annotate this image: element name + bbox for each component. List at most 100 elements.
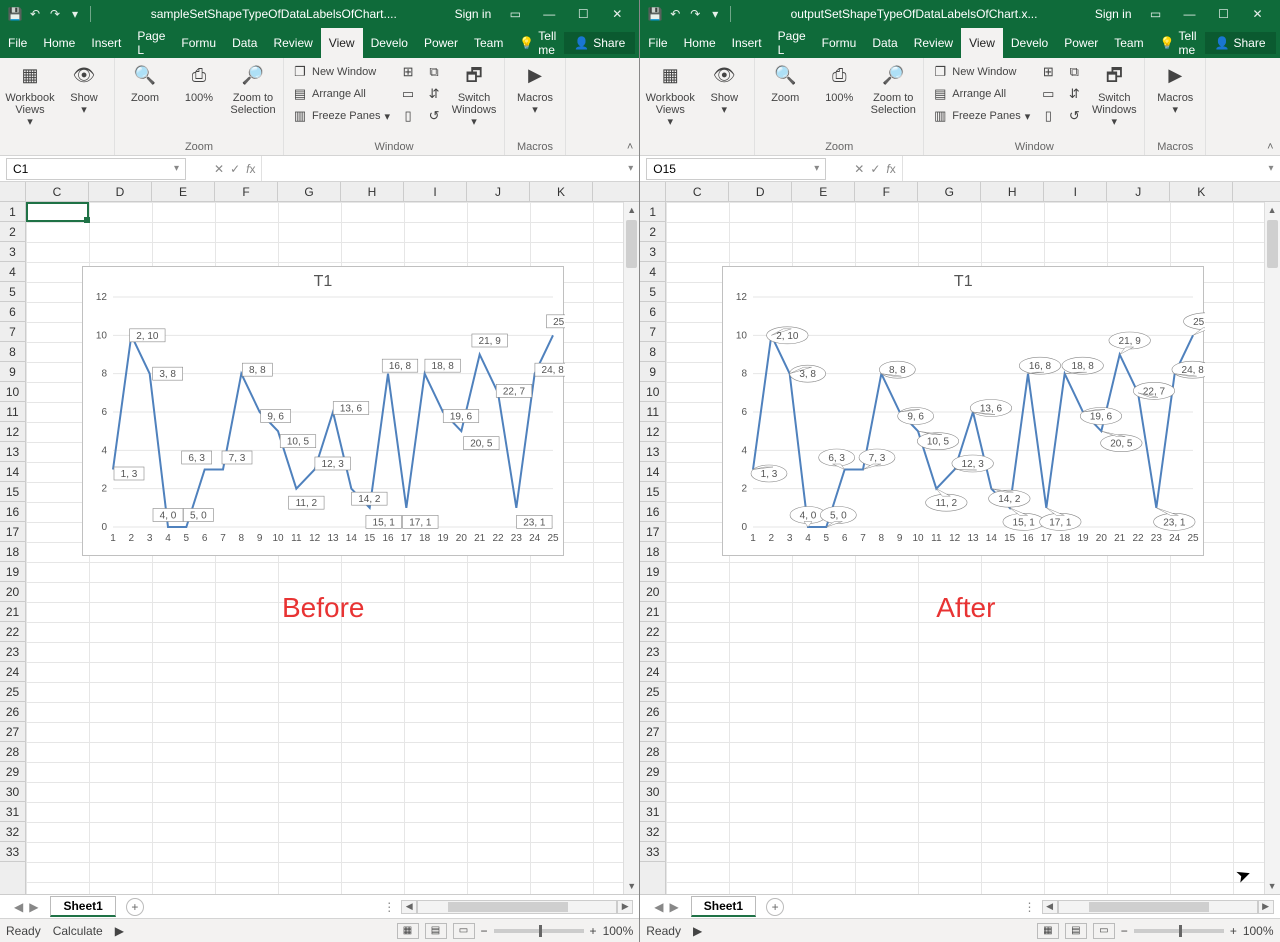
column-header[interactable]: I [1044, 182, 1107, 201]
qat-dropdown-icon[interactable]: ▾ [66, 5, 84, 23]
formula-input[interactable]: ▾ [902, 156, 1280, 181]
show-button[interactable]: 👁Show▾ [60, 62, 108, 116]
row-header[interactable]: 23 [640, 642, 665, 662]
column-header[interactable]: I [404, 182, 467, 201]
column-header[interactable]: G [918, 182, 981, 201]
cancel-formula-icon[interactable]: ✕ [854, 162, 864, 176]
row-header[interactable]: 16 [640, 502, 665, 522]
tab-formu[interactable]: Formu [814, 28, 865, 58]
vertical-scrollbar[interactable]: ▲▼ [623, 202, 639, 894]
enter-formula-icon[interactable]: ✓ [870, 162, 880, 176]
cells[interactable]: T1 0246810121234567891011121314151617181… [666, 202, 1279, 894]
column-header[interactable]: J [1107, 182, 1170, 201]
row-header[interactable]: 2 [0, 222, 25, 242]
sheet-tab[interactable]: Sheet1 [691, 896, 756, 917]
tab-home[interactable]: Home [35, 28, 83, 58]
tab-home[interactable]: Home [676, 28, 724, 58]
row-header[interactable]: 15 [0, 482, 25, 502]
split-button[interactable]: ⊞ [1038, 62, 1058, 82]
zoom-level[interactable]: 100% [603, 924, 634, 938]
tab-power[interactable]: Power [416, 28, 466, 58]
arrange-all-button[interactable]: ▤Arrange All [930, 84, 1032, 104]
tab-view[interactable]: View [961, 28, 1003, 58]
workbook-views-button[interactable]: ▦Workbook Views▾ [646, 62, 694, 128]
fx-icon[interactable]: fx [246, 162, 255, 176]
row-header[interactable]: 26 [0, 702, 25, 722]
row-header[interactable]: 3 [640, 242, 665, 262]
row-header[interactable]: 26 [640, 702, 665, 722]
enter-formula-icon[interactable]: ✓ [230, 162, 240, 176]
minimize-icon[interactable]: — [533, 4, 565, 24]
redo-icon[interactable]: ↷ [46, 5, 64, 23]
zoom-button[interactable]: 🔍Zoom [761, 62, 809, 104]
row-header[interactable]: 14 [640, 462, 665, 482]
tab-pagel[interactable]: Page L [129, 28, 173, 58]
signin-link[interactable]: Sign in [1087, 7, 1140, 21]
show-button[interactable]: 👁Show▾ [700, 62, 748, 116]
row-header[interactable]: 29 [640, 762, 665, 782]
row-header[interactable]: 28 [0, 742, 25, 762]
freeze-panes-button[interactable]: ▥Freeze Panes▾ [930, 106, 1032, 126]
save-icon[interactable]: 💾 [6, 5, 24, 23]
row-header[interactable]: 21 [0, 602, 25, 622]
tab-team[interactable]: Team [466, 28, 511, 58]
chart-after[interactable]: T1 0246810121234567891011121314151617181… [722, 266, 1204, 556]
tab-file[interactable]: File [640, 28, 675, 58]
close-icon[interactable]: ✕ [1242, 4, 1274, 24]
row-header[interactable]: 8 [0, 342, 25, 362]
row-header[interactable]: 5 [0, 282, 25, 302]
row-header[interactable]: 5 [640, 282, 665, 302]
row-header[interactable]: 10 [0, 382, 25, 402]
tab-data[interactable]: Data [224, 28, 265, 58]
page-break-view-button[interactable]: ▭ [1093, 923, 1115, 939]
zoom-button[interactable]: 🔍Zoom [121, 62, 169, 104]
column-header[interactable]: E [792, 182, 855, 201]
column-header[interactable]: K [530, 182, 593, 201]
row-header[interactable]: 14 [0, 462, 25, 482]
row-header[interactable]: 20 [0, 582, 25, 602]
tab-view[interactable]: View [321, 28, 363, 58]
undo-icon[interactable]: ↶ [26, 5, 44, 23]
tab-review[interactable]: Review [265, 28, 320, 58]
normal-view-button[interactable]: ▦ [397, 923, 419, 939]
zoom-in-button[interactable]: + [1230, 924, 1237, 938]
undo-icon[interactable]: ↶ [666, 5, 684, 23]
sheet-nav-prev-icon[interactable]: ◀ [654, 900, 663, 914]
sync-scroll-button[interactable]: ⇵ [1064, 84, 1084, 104]
row-header[interactable]: 17 [0, 522, 25, 542]
share-button[interactable]: 👤Share [564, 32, 635, 54]
sync-scroll-button[interactable]: ⇵ [424, 84, 444, 104]
maximize-icon[interactable]: ☐ [567, 4, 599, 24]
row-header[interactable]: 18 [0, 542, 25, 562]
row-header[interactable]: 31 [0, 802, 25, 822]
column-header[interactable]: D [729, 182, 792, 201]
row-header[interactable]: 13 [640, 442, 665, 462]
workbook-views-button[interactable]: ▦Workbook Views▾ [6, 62, 54, 128]
select-all-corner[interactable] [640, 182, 666, 201]
sheet-tab[interactable]: Sheet1 [50, 896, 115, 917]
row-header[interactable]: 1 [0, 202, 25, 222]
horizontal-scrollbar[interactable] [417, 900, 617, 914]
row-header[interactable]: 6 [0, 302, 25, 322]
formula-input[interactable]: ▾ [261, 156, 639, 181]
page-break-view-button[interactable]: ▭ [453, 923, 475, 939]
zoom-selection-button[interactable]: 🔎Zoom to Selection [869, 62, 917, 116]
reset-pos-button[interactable]: ↺ [424, 106, 444, 126]
row-header[interactable]: 1 [640, 202, 665, 222]
new-window-button[interactable]: ❐New Window [290, 62, 392, 82]
row-header[interactable]: 22 [640, 622, 665, 642]
select-all-corner[interactable] [0, 182, 26, 201]
row-header[interactable]: 19 [640, 562, 665, 582]
tab-power[interactable]: Power [1056, 28, 1106, 58]
hide-button[interactable]: ▭ [1038, 84, 1058, 104]
row-header[interactable]: 2 [640, 222, 665, 242]
cancel-formula-icon[interactable]: ✕ [214, 162, 224, 176]
row-header[interactable]: 30 [0, 782, 25, 802]
row-header[interactable]: 31 [640, 802, 665, 822]
tab-formu[interactable]: Formu [173, 28, 224, 58]
vertical-scrollbar[interactable]: ▲▼ [1264, 202, 1280, 894]
tab-pagel[interactable]: Page L [770, 28, 814, 58]
macro-record-icon[interactable]: ▶ [693, 924, 702, 938]
signin-link[interactable]: Sign in [447, 7, 500, 21]
row-header[interactable]: 28 [640, 742, 665, 762]
